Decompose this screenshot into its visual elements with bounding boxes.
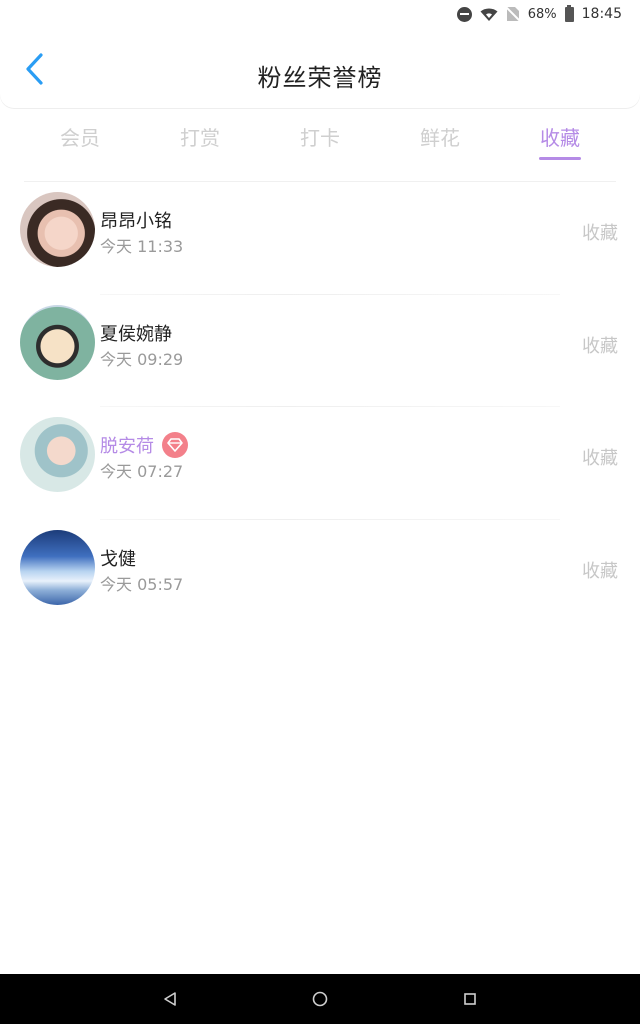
user-name: 夏侯婉静 — [100, 323, 172, 345]
user-name: 戈健 — [100, 548, 136, 570]
page-title: 粉丝荣誉榜 — [257, 64, 383, 92]
tab-flowers[interactable]: 鲜花 — [380, 108, 500, 182]
no-sim-icon — [505, 6, 520, 22]
do-not-disturb-icon — [456, 6, 472, 22]
tab-favorites[interactable]: 收藏 — [500, 108, 620, 182]
battery-percent: 68% — [527, 6, 557, 22]
timestamp: 今天 09:29 — [100, 349, 184, 369]
nav-back-button[interactable] — [95, 974, 245, 1024]
circle-home-icon — [312, 991, 328, 1007]
user-name: 昂昂小铭 — [100, 211, 172, 232]
avatar[interactable] — [20, 304, 95, 380]
active-tab-indicator — [539, 157, 581, 160]
timestamp: 今天 05:57 — [100, 574, 184, 594]
favorite-label: 收藏 — [582, 223, 618, 244]
tab-bar: 会员 打赏 打卡 鲜花 收藏 — [20, 108, 620, 182]
header: 粉丝荣誉榜 — [0, 28, 640, 108]
list-item[interactable]: 昂昂小铭 今天 11:33 收藏 — [0, 182, 640, 295]
page: 68% 18:45 粉丝荣誉榜 会员 打赏 打卡 鲜花 收藏 昂昂小铭 今天 1… — [0, 0, 640, 1024]
fan-list: 昂昂小铭 今天 11:33 收藏 夏侯婉静 今天 09:29 收藏 脱安荷 今天… — [0, 182, 640, 632]
list-item[interactable]: 夏侯婉静 今天 09:29 收藏 — [0, 295, 640, 407]
user-name: 脱安荷 — [100, 436, 154, 457]
tab-rewards[interactable]: 打赏 — [140, 108, 260, 182]
wifi-icon — [480, 7, 498, 22]
nav-home-button[interactable] — [245, 974, 395, 1024]
avatar[interactable] — [20, 417, 95, 492]
avatar[interactable] — [20, 192, 95, 267]
triangle-back-icon — [164, 992, 176, 1006]
clock: 18:45 — [581, 6, 622, 22]
timestamp: 今天 07:27 — [100, 462, 184, 481]
diamond-icon — [162, 432, 188, 458]
list-item[interactable]: 戈健 今天 05:57 收藏 — [0, 520, 640, 633]
nav-recents-button[interactable] — [395, 974, 545, 1024]
favorite-label: 收藏 — [582, 448, 618, 469]
favorite-label: 收藏 — [582, 560, 618, 582]
favorite-label: 收藏 — [582, 335, 618, 357]
tab-checkin[interactable]: 打卡 — [260, 108, 380, 182]
battery-icon — [564, 4, 574, 22]
tab-members[interactable]: 会员 — [20, 108, 140, 182]
list-item[interactable]: 脱安荷 今天 07:27 收藏 — [0, 407, 640, 520]
user-name-row: 脱安荷 — [100, 432, 188, 458]
avatar[interactable] — [20, 529, 95, 605]
system-nav-bar — [0, 974, 640, 1024]
square-recents-icon — [464, 993, 476, 1005]
status-bar: 68% 18:45 — [0, 0, 640, 28]
timestamp: 今天 11:33 — [100, 237, 184, 256]
